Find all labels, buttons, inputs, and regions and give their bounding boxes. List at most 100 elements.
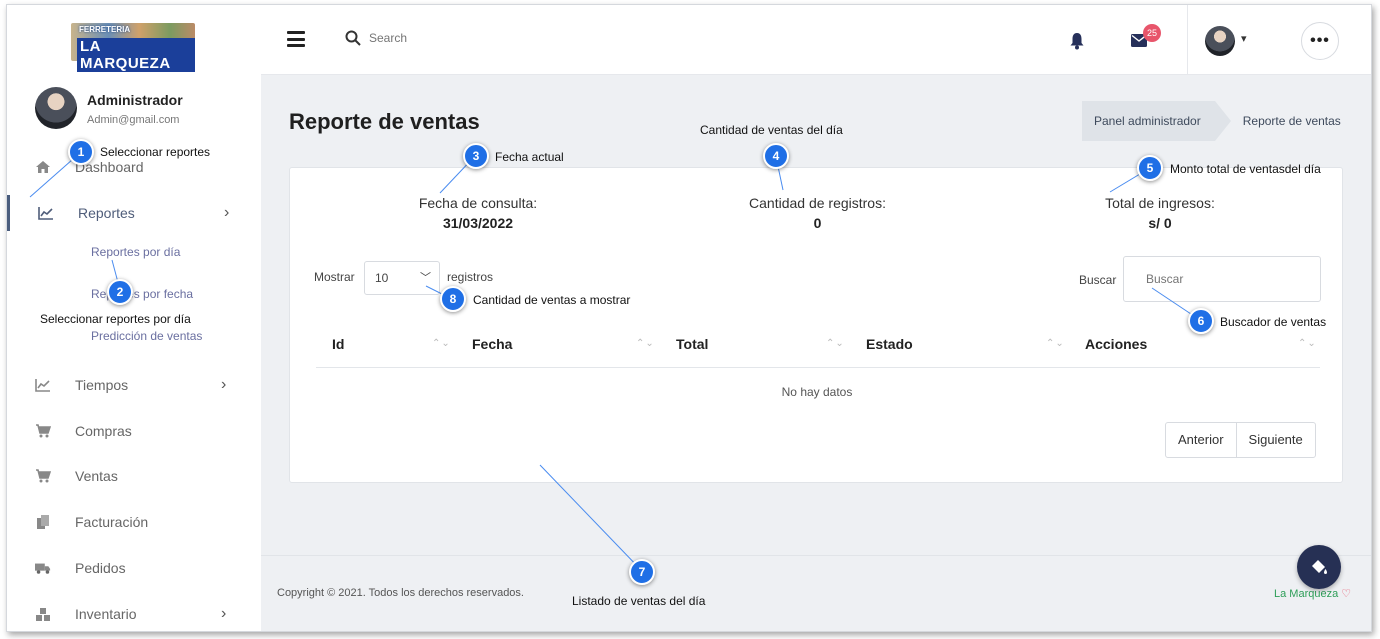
callout-marker-8: 8 — [440, 286, 466, 312]
profile-avatar[interactable] — [35, 87, 77, 129]
sidebar-item-ventas[interactable]: Ventas — [7, 458, 261, 494]
chevron-right-icon: › — [221, 605, 227, 622]
sidebar-subitem-prediccion[interactable]: Predicción de ventas — [91, 329, 202, 343]
sidebar-item-inventario[interactable]: Inventario › — [7, 596, 261, 631]
sidebar-item-label: Reportes — [78, 205, 135, 221]
column-header-fecha[interactable]: Fecha — [472, 336, 512, 352]
logo-top-text: FERRETERIA — [79, 25, 131, 34]
mail-badge: 25 — [1143, 24, 1161, 42]
profile-name: Administrador — [87, 92, 183, 108]
cart-icon — [35, 423, 51, 439]
callout-marker-4: 4 — [763, 143, 789, 169]
show-label: Mostrar — [314, 270, 355, 284]
sidebar-item-compras[interactable]: Compras — [7, 413, 261, 449]
heart-icon: ♡ — [1341, 588, 1352, 600]
search-label: Buscar — [1079, 273, 1117, 287]
copy-icon — [35, 514, 51, 530]
ingresos-value: s/ 0 — [1148, 215, 1172, 231]
fecha-label: Fecha de consulta: — [418, 195, 538, 211]
breadcrumb-item-panel[interactable]: Panel administrador — [1082, 101, 1231, 141]
chart-icon — [35, 377, 51, 393]
callout-text-5: Monto total de ventasdel día — [1170, 162, 1321, 176]
sidebar-item-label: Pedidos — [75, 560, 126, 576]
sort-icon[interactable]: ⌃⌄ — [1046, 338, 1065, 349]
more-options-button[interactable]: ••• — [1301, 22, 1339, 60]
top-bar: 25 ▾ ••• — [261, 5, 1371, 75]
chevron-down-icon[interactable]: ▾ — [1241, 32, 1247, 45]
callout-marker-3: 3 — [463, 143, 489, 169]
paint-bucket-icon — [1312, 560, 1327, 574]
copyright-text: Copyright © 2021. Todos los derechos res… — [277, 587, 524, 599]
callout-marker-6: 6 — [1188, 308, 1214, 334]
logo-main-text: LA MARQUEZA — [77, 38, 195, 72]
sidebar-item-label: Compras — [75, 423, 132, 439]
callout-text-4: Cantidad de ventas del día — [700, 123, 843, 137]
column-header-id[interactable]: Id — [332, 336, 344, 352]
empty-table-message: No hay datos — [781, 385, 853, 399]
fecha-value: 31/03/2022 — [442, 215, 514, 231]
divider — [1187, 5, 1188, 75]
column-header-estado[interactable]: Estado — [866, 336, 913, 352]
home-icon — [35, 159, 51, 175]
sidebar-item-label: Tiempos — [75, 377, 129, 393]
records-label: registros — [447, 270, 494, 284]
sidebar-item-tiempos[interactable]: Tiempos › — [7, 367, 261, 403]
footer-divider — [261, 555, 1371, 556]
prev-page-button[interactable]: Anterior — [1166, 423, 1236, 457]
callout-marker-7: 7 — [629, 559, 655, 585]
breadcrumb-item-current: Reporte de ventas — [1242, 114, 1341, 128]
registros-label: Cantidad de registros: — [749, 195, 886, 211]
sidebar-item-facturacion[interactable]: Facturación — [7, 504, 261, 540]
search-icon — [345, 30, 361, 46]
callout-text-6: Buscador de ventas — [1220, 315, 1327, 329]
ingresos-label: Total de ingresos: — [1105, 195, 1215, 211]
chevron-right-icon: › — [224, 204, 230, 221]
footer-brand-label: La Marqueza — [1274, 588, 1339, 600]
callout-text-3: Fecha actual — [495, 150, 564, 164]
sidebar-item-label: Inventario — [75, 606, 137, 622]
page-title: Reporte de ventas — [289, 109, 480, 134]
sidebar-item-label: Ventas — [75, 468, 118, 484]
sidebar-item-label: Facturación — [75, 514, 149, 530]
callout-text-2: Seleccionar reportes por día — [40, 312, 191, 326]
sort-icon[interactable]: ⌃⌄ — [636, 338, 655, 349]
pagination: Anterior Siguiente — [1165, 422, 1316, 458]
registros-value: 0 — [813, 215, 822, 231]
callout-text-8: Cantidad de ventas a mostrar — [473, 293, 631, 307]
theme-paint-button[interactable] — [1297, 545, 1341, 589]
boxes-icon — [35, 606, 51, 622]
sidebar-item-reportes[interactable]: Reportes › — [7, 195, 261, 231]
cart-icon — [35, 468, 51, 484]
callout-marker-2: 2 — [107, 279, 133, 305]
sidebar-subitem-reportes-dia[interactable]: Reportes por día — [91, 245, 180, 259]
chevron-right-icon: › — [221, 376, 227, 393]
sort-icon[interactable]: ⌃⌄ — [826, 338, 845, 349]
breadcrumb: Panel administrador Reporte de ventas — [1082, 101, 1341, 141]
table-header: Id ⌃⌄ Fecha ⌃⌄ Total ⌃⌄ Estado ⌃⌄ Accion… — [316, 324, 1320, 368]
column-header-acciones[interactable]: Acciones — [1085, 336, 1147, 352]
callout-marker-5: 5 — [1137, 155, 1163, 181]
chevron-down-icon: ﹀ — [420, 272, 431, 284]
footer-brand[interactable]: La Marqueza ♡ — [1274, 587, 1351, 600]
sort-icon[interactable]: ⌃⌄ — [432, 338, 451, 349]
callout-marker-1: 1 — [68, 139, 94, 165]
page-length-select[interactable]: 10 ﹀ — [364, 261, 440, 295]
report-card: Fecha de consulta: 31/03/2022 Cantidad d… — [289, 167, 1343, 483]
chart-icon — [38, 205, 54, 221]
table-search-input[interactable] — [1123, 256, 1321, 302]
brand-logo[interactable]: FERRETERIA LA MARQUEZA — [71, 23, 195, 72]
user-avatar[interactable] — [1205, 26, 1235, 56]
next-page-button[interactable]: Siguiente — [1235, 423, 1315, 457]
truck-icon — [35, 560, 51, 576]
page-length-value: 10 — [375, 271, 389, 285]
sort-icon[interactable]: ⌃⌄ — [1298, 338, 1317, 349]
profile-email: Admin@gmail.com — [87, 114, 180, 126]
callout-text-7: Listado de ventas del día — [572, 594, 706, 608]
callout-text-1: Seleccionar reportes — [100, 145, 211, 159]
column-header-total[interactable]: Total — [676, 336, 708, 352]
menu-toggle-icon[interactable] — [287, 31, 305, 47]
search-input[interactable] — [369, 31, 569, 45]
sidebar-item-pedidos[interactable]: Pedidos — [7, 550, 261, 586]
bell-icon[interactable] — [1069, 32, 1085, 50]
app-window: FERRETERIA LA MARQUEZA Administrador Adm… — [6, 4, 1372, 632]
